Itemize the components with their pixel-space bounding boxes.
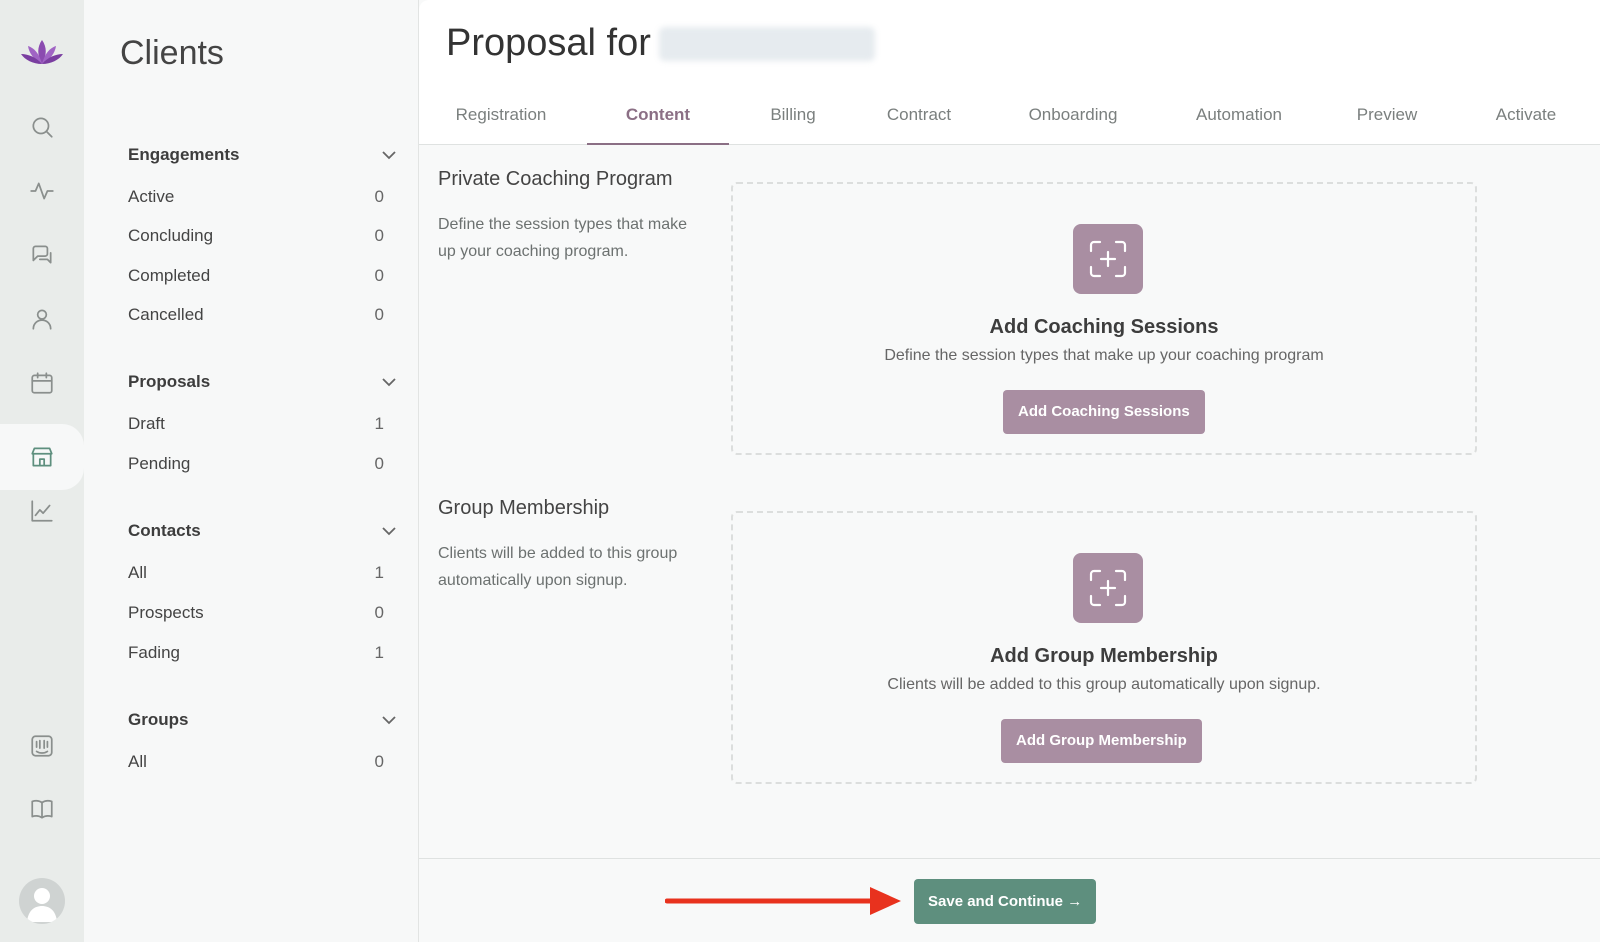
redacted-client-name — [658, 26, 875, 61]
save-and-continue-button[interactable]: Save and Continue → — [914, 879, 1097, 924]
user-icon[interactable] — [22, 299, 62, 339]
sidebar-item-completed[interactable]: Completed 0 — [128, 266, 384, 286]
section-proposals[interactable]: Proposals — [128, 372, 398, 392]
add-frame-icon[interactable] — [1073, 553, 1143, 623]
chevron-down-icon[interactable] — [380, 373, 398, 391]
icon-rail — [0, 0, 84, 942]
block-description: Define the session types that make up yo… — [438, 216, 688, 260]
tab-onboarding[interactable]: Onboarding — [1007, 100, 1139, 145]
book-icon[interactable] — [22, 789, 62, 829]
tab-automation[interactable]: Automation — [1174, 100, 1304, 145]
chart-icon[interactable] — [22, 491, 62, 531]
chevron-down-icon[interactable] — [380, 522, 398, 540]
main-panel: Proposal for Registration Content Billin… — [418, 0, 1600, 942]
count: 1 — [374, 414, 384, 433]
footer-bar: Save and Continue → — [419, 858, 1600, 942]
count: 1 — [374, 563, 384, 582]
red-arrow-annotation — [665, 887, 901, 915]
block-title: Group Membership — [438, 497, 610, 519]
chat-icon[interactable] — [22, 235, 62, 275]
tab-bar: Registration Content Billing Contract On… — [419, 100, 1600, 145]
count: 1 — [374, 643, 384, 662]
block-title: Private Coaching Program — [438, 168, 673, 190]
activity-icon[interactable] — [22, 171, 62, 211]
dropzone-title: Add Coaching Sessions — [989, 316, 1219, 338]
sidebar-item-contacts-all[interactable]: All 1 — [128, 563, 384, 583]
sidebar-item-pending[interactable]: Pending 0 — [128, 454, 384, 474]
count: 0 — [374, 603, 384, 622]
add-group-membership-button[interactable]: Add Group Membership — [1001, 719, 1202, 763]
count: 0 — [374, 187, 384, 206]
coaching-sessions-dropzone[interactable]: Add Coaching Sessions Define the session… — [731, 182, 1477, 455]
tab-activate[interactable]: Activate — [1471, 100, 1581, 145]
dropzone-subtitle: Define the session types that make up yo… — [884, 347, 1324, 364]
section-label: Contacts — [128, 521, 201, 540]
section-engagements[interactable]: Engagements — [128, 145, 398, 165]
page-title: Proposal for — [446, 22, 875, 65]
tab-registration[interactable]: Registration — [433, 100, 569, 145]
tab-contract[interactable]: Contract — [864, 100, 974, 145]
section-contacts[interactable]: Contacts — [128, 521, 398, 541]
group-membership-dropzone[interactable]: Add Group Membership Clients will be add… — [731, 511, 1477, 784]
search-icon[interactable] — [22, 107, 62, 147]
calendar-icon[interactable] — [22, 363, 62, 403]
count: 0 — [374, 266, 384, 285]
clients-sidebar: Clients Engagements Active 0 Concluding 0 … — [84, 0, 418, 942]
sidebar-item-active[interactable]: Active 0 — [128, 187, 384, 207]
tab-content[interactable]: Content — [587, 100, 729, 145]
section-label: Engagements — [128, 145, 240, 164]
chevron-down-icon[interactable] — [380, 146, 398, 164]
sidebar-item-prospects[interactable]: Prospects 0 — [128, 603, 384, 623]
section-groups[interactable]: Groups — [128, 710, 398, 730]
count: 0 — [374, 226, 384, 245]
count: 0 — [374, 305, 384, 324]
intercom-icon[interactable] — [22, 726, 62, 766]
sidebar-item-cancelled[interactable]: Cancelled 0 — [128, 305, 384, 325]
proposal-header: Proposal for Registration Content Billin… — [419, 0, 1600, 145]
dropzone-subtitle: Clients will be added to this group auto… — [887, 676, 1321, 693]
chevron-down-icon[interactable] — [380, 711, 398, 729]
block-description: Clients will be added to this group auto… — [438, 545, 678, 589]
tab-preview[interactable]: Preview — [1337, 100, 1437, 145]
sidebar-item-groups-all[interactable]: All 0 — [128, 752, 384, 772]
sidebar-item-concluding[interactable]: Concluding 0 — [128, 226, 384, 246]
section-label: Proposals — [128, 372, 211, 391]
tab-billing[interactable]: Billing — [744, 100, 842, 145]
store-icon[interactable] — [22, 437, 62, 477]
logo-icon[interactable] — [20, 38, 64, 68]
add-frame-icon[interactable] — [1073, 224, 1143, 294]
avatar-icon[interactable] — [19, 878, 65, 924]
add-coaching-sessions-button[interactable]: Add Coaching Sessions — [1003, 390, 1205, 434]
sidebar-title: Clients — [120, 34, 224, 72]
count: 0 — [374, 752, 384, 771]
sidebar-item-fading[interactable]: Fading 1 — [128, 643, 384, 663]
count: 0 — [374, 454, 384, 473]
sidebar-item-draft[interactable]: Draft 1 — [128, 414, 384, 434]
dropzone-title: Add Group Membership — [990, 645, 1218, 667]
section-label: Groups — [128, 710, 189, 729]
